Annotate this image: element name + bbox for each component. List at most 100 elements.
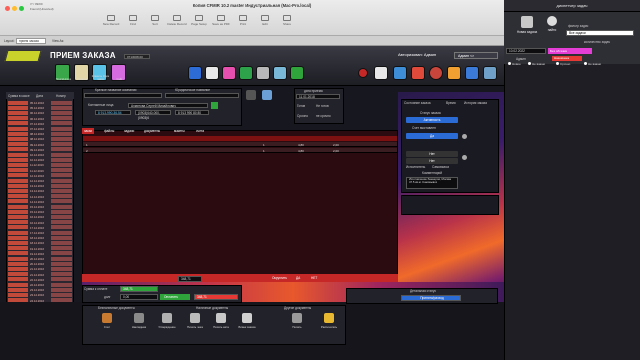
- tool-red-icon[interactable]: [411, 66, 425, 80]
- status-radio[interactable]: [462, 134, 467, 139]
- task-radio[interactable]: Срочно: [556, 62, 570, 66]
- tab-invoices[interactable]: счета: [194, 128, 206, 134]
- card-icon[interactable]: [262, 90, 272, 100]
- tab-order-state[interactable]: Состояние заказа: [404, 101, 430, 105]
- tool-orange-icon[interactable]: [447, 66, 461, 80]
- document-button[interactable]: Печать акта: [210, 313, 232, 337]
- tool-mail-icon[interactable]: [393, 66, 407, 80]
- new-task-button[interactable]: Новая задача: [512, 16, 542, 38]
- layout-select[interactable]: прием заказа: [16, 38, 46, 44]
- document-button[interactable]: Печать: [286, 313, 308, 337]
- tool-settings-icon[interactable]: [429, 66, 443, 80]
- tool-cart-icon[interactable]: [188, 66, 202, 80]
- tool-calendar-icon[interactable]: [205, 66, 219, 80]
- list-item-number: [8, 157, 28, 162]
- document-button[interactable]: Счет: [96, 313, 118, 337]
- document-button[interactable]: Бланк заказа: [236, 313, 258, 337]
- phone-field[interactable]: 8 913-990-36-54: [95, 110, 131, 115]
- rounding-no[interactable]: НЕТ: [311, 276, 317, 280]
- tool-green2-icon[interactable]: [290, 66, 304, 80]
- urgent-value[interactable]: не срочно: [316, 114, 331, 118]
- site-button[interactable]: Сайт: [111, 64, 126, 81]
- paid-field[interactable]: 0,00: [120, 294, 158, 300]
- tool-doc-icon[interactable]: [374, 66, 388, 80]
- print-button[interactable]: Print: [232, 15, 254, 27]
- status-radio[interactable]: [462, 155, 467, 160]
- filter-select[interactable]: Все задачи: [566, 30, 634, 36]
- tab-order[interactable]: заказ: [82, 128, 94, 134]
- tool-pink-icon[interactable]: [222, 66, 236, 80]
- rounding-yes[interactable]: ДА: [296, 276, 300, 280]
- list-item-name: [51, 240, 72, 245]
- tool-grey-icon[interactable]: [256, 66, 270, 80]
- window-titlebar: 7/ / 09/00 Found (Unsorted) Копия CFMIR …: [0, 0, 504, 36]
- tab-layouts[interactable]: макеты: [172, 128, 187, 134]
- legal-name-field[interactable]: [165, 93, 239, 98]
- phone2-field[interactable]: (0903)640-000, (0903)6: [135, 110, 171, 120]
- list-item-number: [8, 261, 28, 266]
- status-no2-button[interactable]: Нет: [406, 158, 458, 164]
- phone3-field[interactable]: 8 913 990 80 80: [175, 110, 209, 115]
- list-item-number: [8, 110, 28, 115]
- short-name-field[interactable]: [84, 93, 162, 98]
- task-radio[interactable]: Не важно: [584, 62, 601, 66]
- radio-dot-icon: [556, 62, 559, 65]
- add-contact-icon[interactable]: [211, 102, 218, 109]
- stop-icon[interactable]: [358, 68, 368, 78]
- find-button[interactable]: Find: [122, 15, 144, 27]
- sort-button[interactable]: Sort: [144, 15, 166, 27]
- document-button[interactable]: Утверждение: [156, 313, 178, 337]
- task-radio[interactable]: Не важно: [528, 62, 545, 66]
- tab-tasks[interactable]: задачи: [122, 128, 136, 134]
- comment-field[interactable]: Изготовление баннеров, Москва 47.5 кв.м.…: [406, 177, 458, 189]
- new-record-button[interactable]: New Record: [100, 15, 122, 27]
- document-icon: [162, 313, 172, 323]
- clients-button[interactable]: Клиенты: [74, 64, 89, 81]
- find-task-button[interactable]: найти: [542, 16, 562, 38]
- list-item-number: [8, 272, 28, 277]
- detail-status-value[interactable]: Принята/разход: [401, 295, 461, 301]
- contact-name-field[interactable]: Ахмятова Сергей Михайлович: [128, 103, 208, 108]
- activity-button[interactable]: Активность: [406, 117, 458, 123]
- list-item-number: [8, 168, 28, 173]
- task-tag[interactable]: Без обтяжки: [548, 48, 592, 54]
- tab-history[interactable]: История заказа: [464, 101, 487, 105]
- task-radio[interactable]: Новое: [508, 62, 521, 66]
- tab-documents[interactable]: документы: [142, 128, 162, 134]
- status-no-button[interactable]: Нет: [406, 151, 458, 157]
- col-admin: Админ: [516, 57, 526, 61]
- task-status-badge[interactable]: Назначена: [552, 56, 582, 61]
- tool-photo-icon[interactable]: [483, 66, 497, 80]
- ready-value[interactable]: Не готов: [316, 104, 329, 108]
- edit-button[interactable]: Edit: [254, 15, 276, 27]
- share-button[interactable]: Share: [276, 15, 298, 27]
- tool-blue-icon[interactable]: [273, 66, 287, 80]
- list-item-name: [51, 116, 72, 121]
- status-yes-button[interactable]: Да: [406, 133, 458, 139]
- tab-time[interactable]: Время: [446, 101, 456, 105]
- tool-chart-icon[interactable]: [465, 66, 479, 80]
- pay-button[interactable]: Оплатить: [160, 294, 190, 300]
- tab-files[interactable]: файлы: [102, 128, 116, 134]
- date-field[interactable]: 11.01.2018: [296, 94, 340, 99]
- document-button[interactable]: Распечатать: [318, 313, 340, 337]
- save-pdf-button[interactable]: Save as PDF: [210, 15, 232, 27]
- cash-docs-label: Наличные документы: [196, 306, 229, 310]
- document-icon: [102, 313, 112, 323]
- one-order-button[interactable]: Клиенты Один заказ: [92, 64, 109, 81]
- search-new-button[interactable]: Поиск/Новое: [55, 64, 71, 81]
- table-row[interactable]: 1 1 4,80 2,00: [83, 142, 397, 147]
- document-button[interactable]: Накладная: [128, 313, 150, 337]
- executor-value[interactable]: Самовывоз: [432, 165, 449, 169]
- document-button[interactable]: Печать чека: [184, 313, 206, 337]
- list-item-number: [8, 230, 28, 235]
- user-icon[interactable]: [246, 90, 256, 100]
- page-setup-button[interactable]: Page Setup: [188, 15, 210, 27]
- list-item-number: [8, 240, 28, 245]
- tool-green-icon[interactable]: [239, 66, 253, 80]
- list-item-name: [51, 209, 72, 214]
- list-item-number: [8, 147, 28, 152]
- admin-select[interactable]: Админ <>: [454, 52, 498, 59]
- delete-record-button[interactable]: Delete Record: [166, 15, 188, 27]
- table-row[interactable]: 2 1 4,80 2,00: [83, 148, 397, 153]
